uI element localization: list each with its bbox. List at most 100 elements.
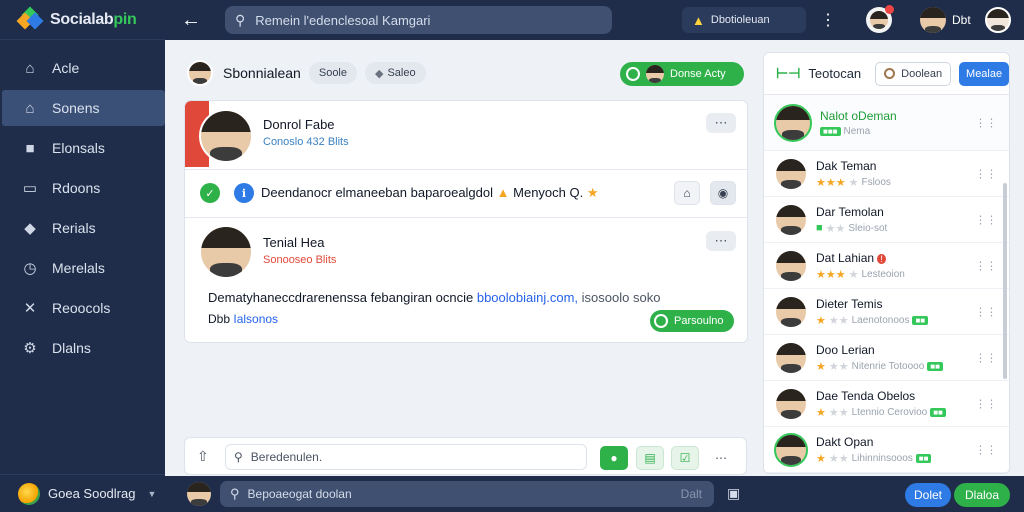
members-action-button[interactable]: Mealae [959, 61, 1009, 86]
sidebar-item-sonens[interactable]: ⌂ Sonens [2, 90, 165, 126]
member-row[interactable]: Nalot oDeman ■■■ Nema ⋮⋮ [764, 95, 1009, 151]
members-title: Teotocan [808, 66, 862, 81]
message-icon: ■ [25, 139, 35, 157]
channel-avatar [187, 60, 213, 86]
profile-avatar[interactable] [984, 7, 1011, 33]
message-input[interactable]: ⚲ Beredenulen. [225, 444, 587, 470]
member-menu-icon[interactable]: ⋮⋮ [975, 259, 997, 272]
post-link[interactable]: bboolobiainj.com, [477, 290, 578, 305]
sidebar-item-reoocols[interactable]: ✕ Reoocols [2, 290, 165, 326]
brand[interactable]: Socialabpin [0, 0, 165, 40]
settings-icon: ⚙ [23, 340, 37, 357]
back-arrow-icon[interactable]: ← [181, 9, 201, 32]
post-author-name[interactable]: Donrol Fabe [263, 117, 349, 132]
home-button[interactable]: ⌂ [674, 181, 700, 205]
status-tag: ■■ [930, 407, 946, 417]
search-input[interactable]: ⚲ Remein l'edenclesoal Kamgari [225, 6, 612, 34]
more-icon[interactable]: ⋮ [820, 10, 836, 30]
bottom-search-input[interactable]: ⚲ Bepoaeogat doolan Dalt [220, 481, 714, 507]
post-body-line2: Dbb Ialsonos [208, 312, 279, 326]
member-menu-icon[interactable]: ⋮⋮ [975, 443, 997, 456]
member-row[interactable]: Dakt Opan ★ ★★ Lihinninsooos ■■ ⋮⋮ [764, 427, 1009, 473]
member-avatar [774, 386, 808, 421]
sidebar-item-rerials[interactable]: ◆ Rerials [2, 210, 165, 246]
record-button[interactable]: ◉ [710, 181, 736, 205]
sidebar-item-merelals[interactable]: ◷ Merelals [2, 250, 165, 286]
post-author-meta: Sonooseo Blits [263, 254, 337, 266]
member-row[interactable]: Doo Lerian ★ ★★ Nitenrie Totoooo ■■ ⋮⋮ [764, 335, 1009, 381]
sidebar-item-label: Merelals [52, 260, 105, 276]
channel-pill[interactable]: Soole [308, 62, 357, 84]
member-meta: ★ ★★ Lihinninsooos ■■ [816, 452, 932, 465]
home-icon: ⌂ [25, 99, 35, 117]
divider [185, 217, 747, 218]
post-author-name[interactable]: Tenial Hea [263, 235, 336, 250]
member-menu-icon[interactable]: ⋮⋮ [975, 213, 997, 226]
message-input-placeholder: Beredenulen. [250, 450, 323, 464]
member-row[interactable]: Dae Tenda Obelos ★ ★★ Ltennio Cerovioo ■■ ⋮… [764, 381, 1009, 427]
status-tag: ■■■ [820, 126, 841, 136]
join-button-label: Donse Acty [670, 68, 726, 80]
sidebar-nav: ⌂ Acle ⌂ Sonens ■ Elonsals ▭ Rdoons ◆ Re… [0, 50, 165, 366]
chevron-down-icon: ▼ [147, 488, 157, 499]
scrollbar[interactable] [1003, 183, 1007, 379]
reply-button[interactable]: Parsoulno [650, 310, 734, 332]
member-menu-icon[interactable]: ⋮⋮ [975, 351, 997, 364]
sidebar-item-label: Rerials [52, 220, 96, 236]
sidebar-item-rdoons[interactable]: ▭ Rdoons [2, 170, 165, 206]
image-button[interactable]: ▤ [636, 446, 664, 470]
sidebar-item-label: Reoocols [52, 300, 111, 316]
member-row[interactable]: Dat Lahian ! ★★★ ★ Lesteoion ⋮⋮ [764, 243, 1009, 289]
location-button[interactable]: ● [600, 446, 628, 470]
sidebar-item-acle[interactable]: ⌂ Acle [2, 50, 165, 86]
member-menu-icon[interactable]: ⋮⋮ [975, 167, 997, 180]
bottom-search-hint: Dalt [680, 487, 702, 501]
status-tag: ■■ [912, 315, 929, 325]
member-menu-icon[interactable]: ⋮⋮ [975, 116, 997, 129]
post-menu-button[interactable]: ⋯ [706, 231, 736, 251]
user-avatar[interactable] [187, 482, 211, 506]
sidebar-item-elonsals[interactable]: ■ Elonsals [2, 130, 165, 166]
post-header: Donrol Fabe Conoslo 432 Blits [263, 117, 349, 148]
members-filter-button[interactable]: Doolean [875, 61, 952, 86]
member-meta: ★ ★★ Ltennio Cerovioo ■■ [816, 406, 946, 419]
clock-icon: ◷ [23, 260, 37, 277]
member-meta: ★ ★★ Nitenrie Totoooo ■■ [816, 360, 943, 373]
warning-icon: ▲ [496, 185, 510, 200]
sidebar-item-dlalns[interactable]: ⚙ Dlalns [2, 330, 165, 366]
workspace-switcher[interactable]: Goea Soodlrag ▼ [0, 474, 165, 512]
post-menu-button[interactable]: ⋯ [706, 113, 736, 133]
channel-pill[interactable]: ◆ Saleo [365, 62, 426, 84]
delete-button[interactable]: Dolet [905, 483, 951, 507]
notification-avatar[interactable] [866, 5, 894, 33]
reply-icon [654, 314, 668, 328]
expand-icon[interactable]: ▣ [727, 485, 740, 502]
refresh-icon [626, 67, 640, 81]
post-author-avatar[interactable] [199, 109, 253, 163]
member-avatar [774, 340, 808, 375]
member-row[interactable]: Dak Teman ★★★ ★ Fsloos ⋮⋮ [764, 151, 1009, 197]
post-link[interactable]: Ialsonos [233, 312, 278, 326]
attach-icon[interactable]: ⇧ [197, 448, 209, 465]
member-menu-icon[interactable]: ⋮⋮ [975, 305, 997, 318]
app-name: Socialabpin [50, 10, 137, 28]
user-label[interactable]: Dbt [952, 13, 971, 27]
members-icon: ⊢⊣ [776, 65, 801, 81]
member-menu-icon[interactable]: ⋮⋮ [975, 397, 997, 410]
unread-dot [885, 5, 894, 14]
user-avatar[interactable] [920, 7, 946, 33]
join-button[interactable]: Donse Acty [620, 62, 744, 86]
member-name: Dar Temolan [816, 204, 884, 219]
workspace-avatar [18, 482, 40, 505]
member-row[interactable]: Dieter Temis ★ ★★ Laenotonoos ■■ ⋮⋮ [764, 289, 1009, 335]
member-row[interactable]: Dar Temolan ■ ★★ Sleio-sot ⋮⋮ [764, 197, 1009, 243]
post-author-avatar[interactable] [199, 225, 253, 279]
alert-icon: ! [877, 253, 886, 264]
more-options-button[interactable]: ⋯ [707, 446, 735, 470]
emoji-button[interactable]: ☑ [671, 446, 699, 470]
members-header: ⊢⊣ Teotocan Doolean Mealae [764, 53, 1009, 95]
notification-chip[interactable]: ▲ Dbotioleuan [682, 7, 806, 33]
sidebar-item-label: Acle [52, 60, 80, 76]
app-logo-icon [16, 6, 44, 32]
confirm-button[interactable]: Dlaloa [954, 483, 1010, 507]
